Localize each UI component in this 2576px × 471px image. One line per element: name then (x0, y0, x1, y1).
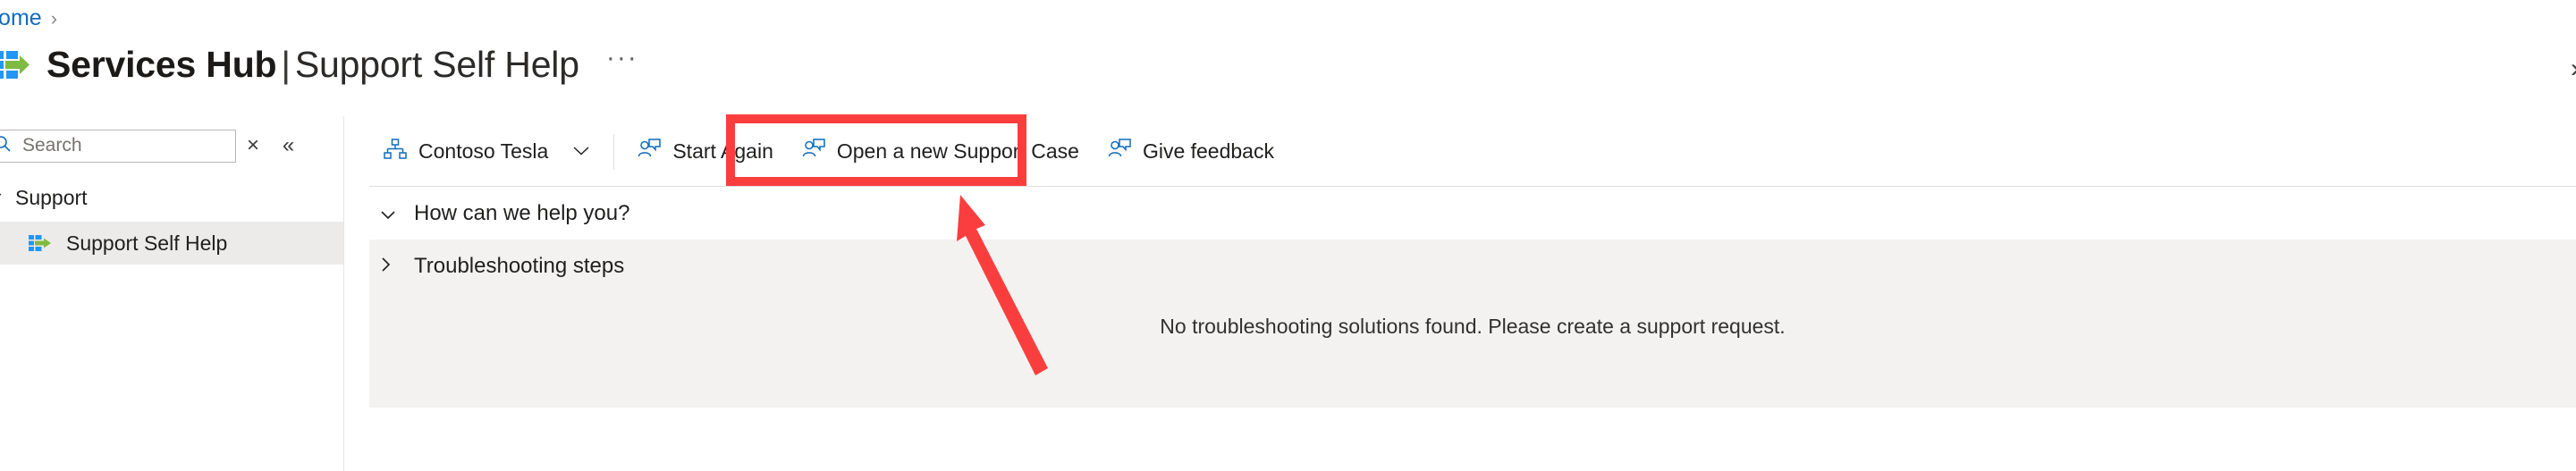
troubleshooting-panel: Troubleshooting steps No troubleshooting… (369, 240, 2576, 408)
sidebar-group-label: Support (15, 185, 88, 209)
breadcrumb-item-home[interactable]: Home (0, 5, 42, 31)
section-label: Troubleshooting steps (414, 253, 625, 278)
user-message-icon (802, 138, 825, 165)
sidebar-collapse-button[interactable]: « (270, 129, 304, 163)
chevron-right-icon (380, 255, 396, 278)
command-label: Give feedback (1142, 139, 1274, 163)
command-bar-divider (613, 133, 615, 170)
main-content: How can we help you? Troubleshooting ste… (369, 187, 2576, 471)
search-clear-button[interactable]: × (236, 129, 270, 163)
section-label: How can we help you? (414, 200, 630, 225)
section-troubleshooting-steps[interactable]: Troubleshooting steps (369, 240, 2576, 292)
page-title-separator: | (281, 43, 291, 85)
empty-state-message: No troubleshooting solutions found. Plea… (1160, 315, 1786, 338)
command-give-feedback[interactable]: Give feedback (1094, 127, 1288, 177)
chevron-down-icon (0, 189, 3, 206)
section-how-can-we-help-you[interactable]: How can we help you? (369, 187, 2576, 240)
sidebar-item-label: Support Self Help (66, 231, 228, 255)
search-box[interactable] (0, 129, 236, 163)
page-title-app: Services Hub (46, 43, 277, 85)
services-hub-page: Home › Services Hub|Support Self Help ··… (0, 0, 2576, 471)
chevron-down-icon (380, 202, 396, 225)
user-message-icon (1108, 138, 1131, 165)
chevron-down-icon (572, 142, 590, 162)
chevron-double-left-icon: « (282, 133, 294, 157)
command-label: Contoso Tesla (418, 139, 549, 163)
page-title-section: Support Self Help (294, 43, 579, 85)
services-hub-logo-icon (0, 46, 30, 83)
services-hub-mini-logo-icon (29, 234, 52, 252)
sidebar-search-row: × « (0, 129, 342, 163)
close-icon: × (246, 133, 259, 157)
search-icon (0, 135, 12, 157)
search-input[interactable] (21, 134, 226, 157)
page-title-row: Services Hub | Support Self Help ··· (0, 43, 638, 86)
page-title: Services Hub | Support Self Help (46, 46, 579, 83)
sidebar: × « Support Supp (0, 116, 344, 471)
user-message-icon (638, 138, 662, 165)
org-hierarchy-icon (384, 138, 407, 165)
breadcrumb: Home › (0, 5, 57, 31)
command-label: Start Again (672, 139, 773, 163)
breadcrumb-separator-icon: › (50, 6, 58, 29)
sidebar-item-support-self-help[interactable]: Support Self Help (0, 222, 343, 265)
command-start-again[interactable]: Start Again (623, 127, 788, 177)
expand-right-chevron-icon[interactable]: › (2571, 54, 2576, 84)
command-label: Open a new Support Case (836, 139, 1079, 163)
command-contoso-tesla[interactable]: Contoso Tesla (369, 127, 604, 177)
command-bar: Contoso Tesla Start Again Open a new Sup… (369, 117, 2576, 187)
sidebar-group-support[interactable]: Support (0, 182, 343, 213)
page-overflow-menu-button[interactable]: ··· (606, 43, 638, 73)
command-open-a-new-support-case[interactable]: Open a new Support Case (788, 127, 1094, 177)
troubleshooting-empty-state: No troubleshooting solutions found. Plea… (369, 292, 2576, 408)
